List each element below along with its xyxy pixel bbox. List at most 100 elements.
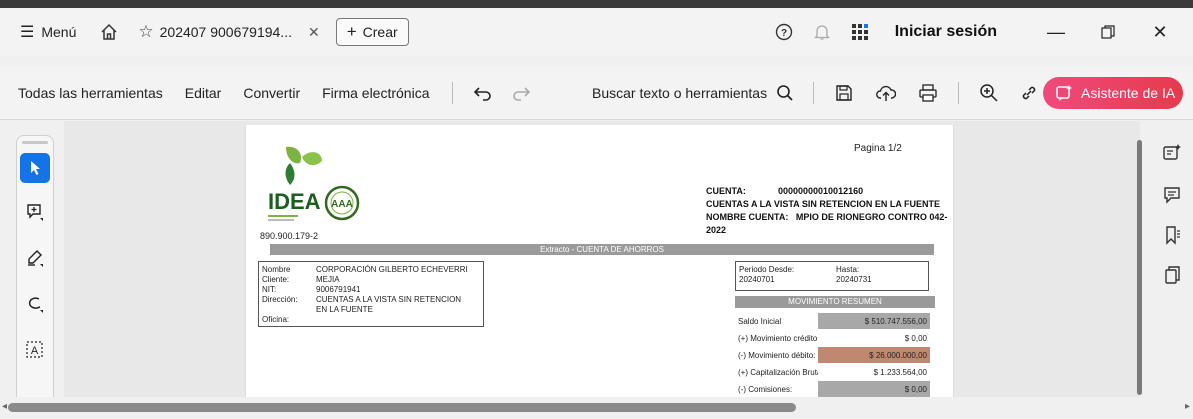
hamburger-icon: ☰ <box>20 24 35 41</box>
main-toolbar: Todas las herramientas Editar Convertir … <box>0 66 1193 120</box>
search-icon[interactable] <box>773 81 797 105</box>
search-tools[interactable]: Buscar texto o herramientas <box>592 66 1095 120</box>
summary-row: (+) Capitalización Bruta: $ 1.233.564,00 <box>735 364 935 380</box>
menu-button[interactable]: ☰ Menú <box>20 22 76 42</box>
summary-row-label: (+) Movimiento crédito: <box>738 334 820 343</box>
star-icon[interactable]: ☆ <box>138 22 153 42</box>
page-indicator: Pagina 1/2 <box>854 143 902 154</box>
summary-row-value: $ 510.747.556,00 <box>818 313 930 329</box>
print-icon[interactable] <box>916 81 940 105</box>
summary-row: (-) Movimiento débito: $ 26.000.000,00 <box>735 347 935 363</box>
summary-row-label: (+) Capitalización Bruta: <box>738 368 824 377</box>
restore-button[interactable] <box>1089 17 1127 47</box>
ai-assistant-button[interactable]: Asistente de IA <box>1043 77 1183 109</box>
ai-assistant-label: Asistente de IA <box>1081 85 1176 101</box>
upload-cloud-icon[interactable] <box>874 81 898 105</box>
logo-text: IDEA <box>268 189 321 214</box>
ai-chat-icon[interactable] <box>1160 141 1184 165</box>
toolbar-divider <box>958 82 960 104</box>
svg-text:?: ? <box>781 28 787 39</box>
minimize-button[interactable]: — <box>1037 17 1075 47</box>
account-header: CUENTA: 00000000010012160 CUENTAS A LA VI… <box>706 185 953 237</box>
summary-row-value: $ 0,00 <box>818 381 930 397</box>
add-comment-icon[interactable] <box>20 197 50 227</box>
left-tools-panel: A <box>0 121 64 397</box>
help-icon[interactable]: ? <box>773 21 795 43</box>
period-box: Periodo Desde: 20240701 Hasta: 20240731 <box>735 261 929 291</box>
close-tab-icon[interactable]: ✕ <box>308 24 320 41</box>
summary-row: Saldo Inicial $ 510.747.556,00 <box>735 313 935 329</box>
period-from-label: Periodo Desde: <box>739 265 795 274</box>
office-label: Oficina: <box>262 315 290 324</box>
summary-row-label: Saldo Inicial <box>738 317 782 326</box>
edit-button[interactable]: Editar <box>185 85 222 101</box>
drag-handle[interactable] <box>22 141 48 144</box>
quick-tools-strip: A <box>16 135 54 397</box>
title-bar: ☰ Menú ☆ 202407 900679194... ✕ + Crear ?… <box>0 8 1193 56</box>
scroll-right-icon[interactable]: ▸ <box>1185 401 1190 412</box>
period-from-value: 20240701 <box>739 275 775 284</box>
cuenta-label: CUENTA: <box>706 186 746 196</box>
ai-sparkle-icon <box>1055 84 1073 102</box>
statement-band: Extracto - CUENTA DE AHORROS <box>270 244 934 255</box>
svg-text:A: A <box>31 345 39 357</box>
document-canvas[interactable]: Pagina 1/2 IDEA AAA 890.900.179-2 CUENTA… <box>64 121 1140 397</box>
select-tool-icon[interactable] <box>20 153 50 183</box>
apps-icon[interactable] <box>849 21 871 43</box>
close-window-button[interactable]: ✕ <box>1141 17 1179 47</box>
save-icon[interactable] <box>832 81 856 105</box>
address-value: CUENTAS A LA VISTA SIN RETENCION EN LA F… <box>316 295 462 314</box>
link-icon[interactable] <box>1017 81 1041 105</box>
search-label: Buscar texto o herramientas <box>592 85 768 101</box>
comments-icon[interactable] <box>1160 183 1184 207</box>
horizontal-scroll-thumb[interactable] <box>8 403 796 412</box>
draw-freehand-icon[interactable] <box>20 289 50 319</box>
idea-logo: IDEA AAA <box>266 143 366 235</box>
toolbar-divider <box>813 82 815 104</box>
nombre-cuenta-label: NOMBRE CUENTA: <box>706 212 789 222</box>
convert-button[interactable]: Convertir <box>243 85 300 101</box>
menu-label: Menú <box>41 24 77 40</box>
cuenta-value: 00000000010012160 <box>778 186 864 196</box>
create-button[interactable]: + Crear <box>335 18 409 46</box>
highlight-pen-icon[interactable] <box>20 243 50 273</box>
create-label: Crear <box>362 24 398 40</box>
redo-icon[interactable] <box>509 81 533 105</box>
all-tools-button[interactable]: Todas las herramientas <box>18 85 163 101</box>
scroll-left-icon[interactable]: ◂ <box>2 401 7 412</box>
period-to-value: 20240731 <box>836 275 872 284</box>
signin-button[interactable]: Iniciar sesión <box>895 23 997 41</box>
address-label: Dirección: <box>262 295 298 304</box>
bell-icon[interactable] <box>811 21 833 43</box>
bookmarks-icon[interactable] <box>1160 223 1184 247</box>
zoom-in-icon[interactable] <box>977 81 1001 105</box>
summary-row-label: (-) Movimiento débito: <box>738 351 816 360</box>
nit-label: NIT: <box>262 285 277 294</box>
account-type: CUENTAS A LA VISTA SIN RETENCION EN LA F… <box>706 199 941 209</box>
plus-icon: + <box>346 22 357 41</box>
toolbar-divider <box>451 81 453 104</box>
home-icon[interactable] <box>98 21 120 43</box>
top-border <box>0 0 1193 8</box>
summary-header: MOVIMIENTO RESUMEN <box>735 296 935 308</box>
summary-row: (-) Comisiones: $ 0,00 <box>735 381 935 397</box>
horizontal-scrollbar[interactable]: ◂ ▸ <box>0 397 1193 419</box>
summary-row-value: $ 0,00 <box>818 330 930 346</box>
vertical-scrollbar[interactable] <box>1137 140 1142 395</box>
logo-nit: 890.900.179-2 <box>260 231 319 241</box>
period-to-label: Hasta: <box>836 265 860 274</box>
summary-row-label: (-) Comisiones: <box>738 385 793 394</box>
nit-value: 9006791941 <box>316 285 361 294</box>
client-info-box: Nombre Cliente: CORPORACIÓN GILBERTO ECHE… <box>258 261 484 327</box>
client-name-label: Nombre Cliente: <box>262 265 291 284</box>
text-box-icon[interactable]: A <box>20 335 50 365</box>
pdf-page: Pagina 1/2 IDEA AAA 890.900.179-2 CUENTA… <box>245 125 954 397</box>
esign-button[interactable]: Firma electrónica <box>322 85 429 101</box>
summary-row-value: $ 1.233.564,00 <box>818 364 930 380</box>
document-tab[interactable]: ☆ 202407 900679194... ✕ <box>130 16 327 48</box>
undo-icon[interactable] <box>471 81 495 105</box>
summary-row: (+) Movimiento crédito: $ 0,00 <box>735 330 935 346</box>
title-right-group: ? Iniciar sesión — ✕ <box>773 8 1193 56</box>
tab-title: 202407 900679194... <box>159 24 292 40</box>
pages-icon[interactable] <box>1160 263 1184 287</box>
